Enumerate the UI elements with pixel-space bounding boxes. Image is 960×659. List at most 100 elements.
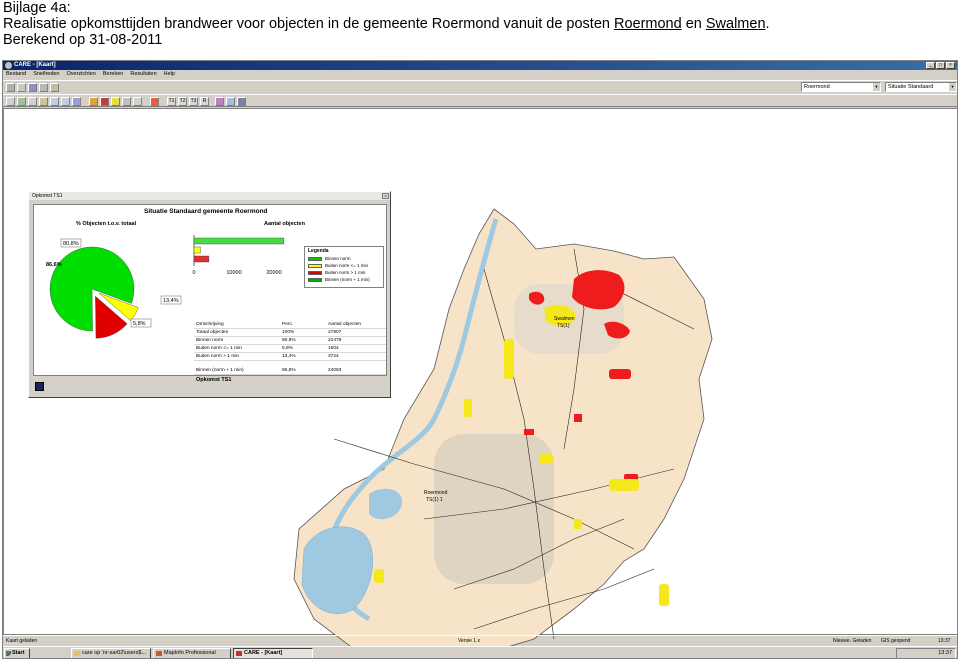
maximize-button[interactable]: □ [936, 62, 945, 69]
legend-item: Binnen norm [305, 255, 383, 262]
bar-tick-label: 0 [192, 270, 195, 276]
table-cell: Binnen norm [196, 338, 224, 343]
app-icon [5, 62, 12, 69]
menu-bestand[interactable]: Bestand [6, 70, 26, 79]
task-mapinfo[interactable]: MapInfo Professional [153, 648, 231, 658]
pie-slice-label: 80,8% [63, 241, 79, 247]
task-care-kaart[interactable]: CARE - [Kaart] [233, 648, 313, 658]
close-icon[interactable]: × [382, 193, 389, 199]
open-icon[interactable] [6, 83, 15, 92]
area-select[interactable]: Roermond ▼ [801, 82, 881, 92]
bar-tick-label: 10000 [226, 270, 241, 276]
menu-snelheden[interactable]: Snelheden [33, 70, 59, 79]
chevron-down-icon[interactable]: ▼ [873, 83, 880, 91]
bar [193, 237, 285, 245]
zoom-in-icon[interactable] [50, 97, 59, 106]
summary-count: 24083 [328, 368, 342, 373]
header-aantal: Aantal objecten [328, 322, 362, 327]
fire-station-icon[interactable] [89, 97, 98, 106]
map-label-swalmen-post: TS(1) [557, 323, 570, 329]
info-icon[interactable] [72, 97, 81, 106]
care-application-window: CARE - [Kaart] _ □ × Bestand Snelheden O… [2, 60, 958, 659]
r-button[interactable]: R [200, 97, 209, 106]
print-icon[interactable] [28, 83, 37, 92]
route-icon[interactable] [100, 97, 109, 106]
grid-icon[interactable] [39, 83, 48, 92]
marker-icon[interactable] [111, 97, 120, 106]
zoom-out-icon[interactable] [61, 97, 70, 106]
windows-logo-icon [6, 651, 11, 656]
care-icon [236, 651, 242, 656]
pie-slice-label: 5,8% [133, 321, 146, 327]
chart-window-titlebar: Opkomst TS1 × [29, 192, 390, 200]
start-button[interactable]: Start [4, 648, 30, 658]
filter-icon[interactable] [133, 97, 142, 106]
mapinfo-icon [156, 651, 162, 656]
pan-icon[interactable] [39, 97, 48, 106]
map-workarea[interactable]: Swalmen TS(1) Roermond TS(1) 1 Opkomst T… [3, 108, 957, 658]
status-gis: GIS geopend [881, 638, 911, 644]
t3-button[interactable]: T3 [189, 97, 198, 106]
save-icon[interactable] [35, 382, 44, 391]
post-swalmen-link[interactable]: Swalmen [706, 16, 766, 32]
city-roermond [434, 434, 554, 584]
header-perc: Perc. [282, 322, 294, 327]
chart-panel: Situatie Standaard gemeente Roermond % O… [33, 204, 387, 383]
legend-swatch [308, 270, 322, 275]
legend-item: Binnen (norm + 1 min) [305, 276, 383, 283]
document-header: Bijlage 4a: Realisatie opkomsttijden bra… [3, 0, 958, 48]
bar-tick-label: 20000 [266, 270, 281, 276]
chart-icon[interactable] [226, 97, 235, 106]
table-row: Binnen norm 80,8% 22479 [194, 337, 386, 345]
window-icon[interactable] [237, 97, 246, 106]
save-icon[interactable] [17, 83, 26, 92]
palette-icon[interactable] [215, 97, 224, 106]
menu-help[interactable]: Help [164, 70, 175, 79]
situation-select[interactable]: Situatie Standaard ▼ [885, 82, 957, 92]
description-join: en [681, 16, 706, 32]
menu-overzichten[interactable]: Overzichten [67, 70, 96, 79]
menu-resultaten[interactable]: Resultaten [130, 70, 156, 79]
select-icon[interactable] [28, 97, 37, 106]
menu-bereken[interactable]: Bereken [103, 70, 124, 79]
tray-clock: 13:37 [938, 650, 952, 656]
legend-label: Binnen (norm + 1 min) [325, 277, 370, 282]
table-cell: Totaal objecten [196, 330, 229, 335]
map-label-roermond-post: TS(1) 1 [426, 497, 443, 503]
bar [193, 255, 210, 263]
opkomst-chart-window[interactable]: Opkomst TS1 × Situatie Standaard gemeent… [28, 191, 391, 398]
t2-button[interactable]: T2 [178, 97, 187, 106]
table-row: Totaal objecten 100% 27807 [194, 329, 386, 337]
bar-chart-title: Aantal objecten [264, 221, 305, 227]
taskbar: Start care op 'nr-sar02\users$... MapInf… [3, 646, 957, 658]
menubar: Bestand Snelheden Overzichten Bereken Re… [3, 70, 957, 79]
minimize-button[interactable]: _ [926, 62, 935, 69]
chart-footer-label: Opkomst TS1 [196, 377, 232, 383]
clock-icon[interactable] [122, 97, 131, 106]
legend-item: Buiten norm <= 1 min [305, 262, 383, 269]
bar [193, 246, 201, 254]
legend-item: Buiten norm > 1 min [305, 269, 383, 276]
pie-chart: 80,8% 5,8% 13,4% 86,6% [34, 229, 182, 339]
flag-icon[interactable] [150, 97, 159, 106]
description-prefix: Realisatie opkomsttijden brandweer voor … [3, 16, 614, 32]
layers-icon[interactable] [17, 97, 26, 106]
t1-button[interactable]: T1 [167, 97, 176, 106]
chevron-down-icon[interactable]: ▼ [949, 83, 956, 91]
table-row: Buiten norm > 1 min 13,4% 3724 [194, 353, 386, 361]
summary-label: Binnen (norm + 1 min) [196, 368, 244, 373]
pie-chart-title: % Objecten t.o.v. totaal [76, 221, 137, 227]
close-button[interactable]: × [946, 62, 955, 69]
table-icon[interactable] [50, 83, 59, 92]
summary-row: Binnen (norm + 1 min) 86,6% 24083 [194, 367, 386, 375]
description-end: . [765, 16, 770, 32]
legend-swatch [308, 263, 322, 268]
task-care-folder[interactable]: care op 'nr-sar02\users$... [71, 648, 151, 658]
folder-icon [74, 651, 80, 656]
table-row: Buiten norm <= 1 min 5,8% 1604 [194, 345, 386, 353]
table-cell: 13,4% [282, 354, 296, 359]
pointer-icon[interactable] [6, 97, 15, 106]
table-cell: 100% [282, 330, 295, 335]
post-roermond-link[interactable]: Roermond [614, 16, 682, 32]
chart-panel-title: Situatie Standaard gemeente Roermond [144, 208, 268, 215]
